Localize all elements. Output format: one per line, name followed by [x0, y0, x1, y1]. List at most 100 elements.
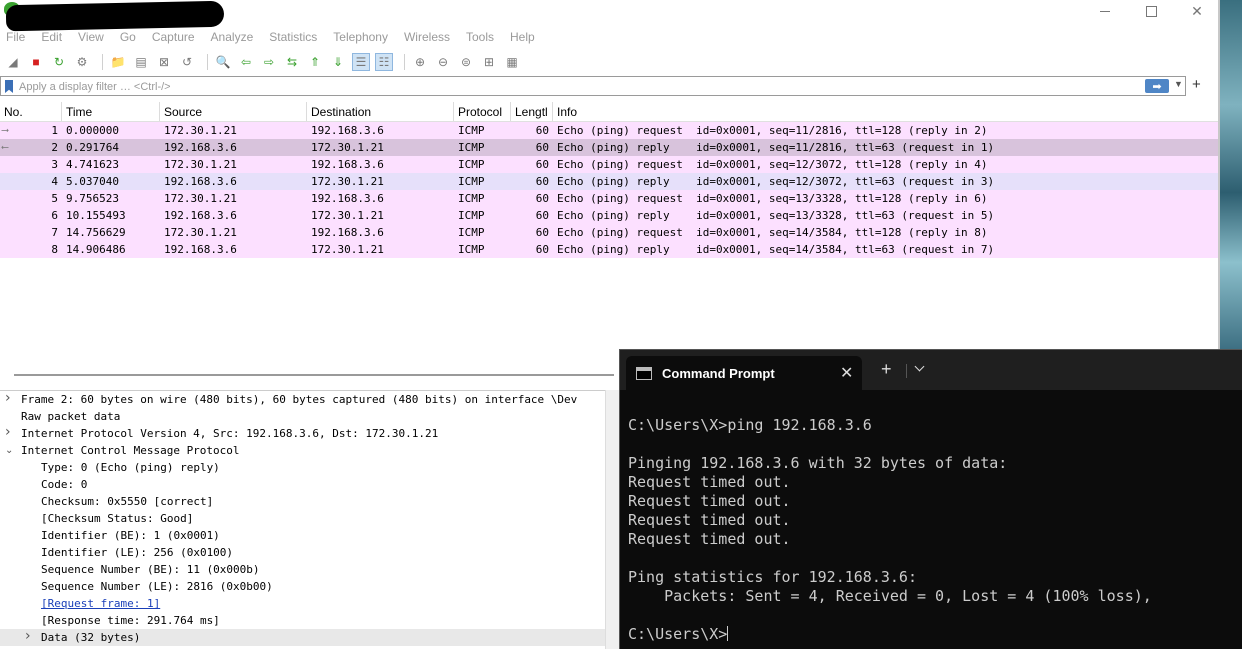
- packet-cell-info: Echo (ping) request id=0x0001, seq=13/33…: [553, 190, 1220, 207]
- normal-size-icon[interactable]: ⊜: [457, 53, 475, 71]
- detail-tree-item[interactable]: Sequence Number (LE): 2816 (0x0b00): [0, 578, 605, 595]
- packet-cell-protocol: ICMP: [454, 207, 511, 224]
- cell-text: 192.168.3.6: [164, 141, 237, 154]
- display-filter-input[interactable]: [19, 79, 1119, 94]
- menu-file[interactable]: File: [0, 28, 33, 46]
- menu-edit[interactable]: Edit: [33, 28, 70, 46]
- detail-tree-item[interactable]: Raw packet data: [0, 408, 605, 425]
- packet-row[interactable]: 5 9.756523 172.30.1.21 192.168.3.6 ICMP 60 Ech…: [0, 190, 1220, 207]
- column-header-destination[interactable]: Destination: [307, 102, 454, 121]
- menu-view[interactable]: View: [70, 28, 112, 46]
- column-header-source[interactable]: Source: [160, 102, 307, 121]
- menu-go[interactable]: Go: [112, 28, 144, 46]
- stop-capture-icon[interactable]: ■: [27, 53, 45, 71]
- cell-text: 192.168.3.6: [164, 175, 237, 188]
- detail-tree-item[interactable]: Type: 0 (Echo (ping) reply): [0, 459, 605, 476]
- cell-text: 60: [535, 192, 549, 205]
- menu-statistics[interactable]: Statistics: [261, 28, 325, 46]
- go-back-icon[interactable]: ⇦: [237, 53, 255, 71]
- menu-help[interactable]: Help: [502, 28, 543, 46]
- chevron-right-icon[interactable]: ›: [5, 390, 11, 407]
- request-frame-link[interactable]: [Request frame: 1]: [41, 595, 160, 612]
- packet-row[interactable]: 6 10.155493 192.168.3.6 172.30.1.21 ICMP 60 Ec…: [0, 207, 1220, 224]
- apply-filter-button[interactable]: ➡: [1145, 79, 1169, 93]
- column-header-info[interactable]: Info: [553, 102, 1220, 121]
- packet-cell-source: 172.30.1.21: [160, 156, 307, 173]
- toolbar-separator: [207, 54, 208, 70]
- details-scrollbar[interactable]: [605, 390, 619, 649]
- save-file-icon[interactable]: ▤: [132, 53, 150, 71]
- desktop-wallpaper: [1220, 0, 1242, 350]
- reload-file-icon[interactable]: ↺: [178, 53, 196, 71]
- menu-telephony[interactable]: Telephony: [325, 28, 396, 46]
- layout-icon[interactable]: ▦: [503, 53, 521, 71]
- detail-tree-item[interactable]: Checksum: 0x5550 [correct]: [0, 493, 605, 510]
- column-header-no[interactable]: No.: [0, 102, 62, 121]
- detail-tree-item[interactable]: [Checksum Status: Good]: [0, 510, 605, 527]
- detail-tree-item[interactable]: ⌄ Internet Control Message Protocol: [0, 442, 605, 459]
- packet-row[interactable]: ⟶ 1 0.000000 172.30.1.21 192.168.3.6 ICMP 60 Ec…: [0, 122, 1220, 139]
- menu-tools[interactable]: Tools: [458, 28, 502, 46]
- packet-cell-source: 172.30.1.21: [160, 122, 307, 139]
- column-header-length[interactable]: Lengtl: [511, 102, 553, 121]
- go-last-icon[interactable]: ⇓: [329, 53, 347, 71]
- restart-capture-icon[interactable]: ↻: [50, 53, 68, 71]
- minimize-button[interactable]: [1082, 0, 1128, 22]
- pane-splitter[interactable]: [14, 374, 614, 376]
- bookmark-icon[interactable]: [5, 80, 13, 93]
- packet-row[interactable]: ⟵ 2 0.291764 192.168.3.6 172.30.1.21 ICMP 60 Ec…: [0, 139, 1220, 156]
- detail-tree-item[interactable]: [Request frame: 1]: [0, 595, 605, 612]
- packet-row[interactable]: 4 5.037040 192.168.3.6 172.30.1.21 ICMP 60 Ech…: [0, 173, 1220, 190]
- chevron-right-icon[interactable]: ›: [25, 628, 31, 645]
- colorize-icon[interactable]: ☷: [375, 53, 393, 71]
- add-filter-button[interactable]: +: [1192, 76, 1201, 94]
- packet-cell-source: 192.168.3.6: [160, 139, 307, 156]
- packet-row[interactable]: 7 14.756629 172.30.1.21 192.168.3.6 ICMP 60 Ec…: [0, 224, 1220, 241]
- open-file-icon[interactable]: 📁: [109, 53, 127, 71]
- packet-cell-destination: 192.168.3.6: [307, 122, 454, 139]
- detail-tree-item[interactable]: › Data (32 bytes): [0, 628, 605, 646]
- filter-history-dropdown-icon[interactable]: ▼: [1174, 79, 1183, 89]
- find-packet-icon[interactable]: 🔍: [214, 53, 232, 71]
- packet-row[interactable]: 3 4.741623 172.30.1.21 192.168.3.6 ICMP 60 Ech…: [0, 156, 1220, 173]
- terminal-prompt-line[interactable]: C:\Users\X>: [628, 625, 1238, 644]
- packet-cell-no: ⟶ 1: [0, 122, 62, 139]
- go-forward-icon[interactable]: ⇨: [260, 53, 278, 71]
- column-header-protocol[interactable]: Protocol: [454, 102, 511, 121]
- column-header-time[interactable]: Time: [62, 102, 160, 121]
- capture-options-icon[interactable]: ⚙: [73, 53, 91, 71]
- go-first-icon[interactable]: ⇑: [306, 53, 324, 71]
- chevron-down-icon[interactable]: ⌄: [5, 442, 13, 459]
- new-tab-button[interactable]: +: [881, 360, 892, 378]
- chevron-right-icon[interactable]: ›: [5, 424, 11, 441]
- tab-command-prompt[interactable]: Command Prompt ✕: [626, 356, 862, 390]
- chevron-down-icon[interactable]: [914, 362, 926, 374]
- terminal-output[interactable]: C:\Users\X>ping 192.168.3.6 Pinging 192.1…: [628, 416, 1238, 644]
- menu-wireless[interactable]: Wireless: [396, 28, 458, 46]
- detail-tree-item[interactable]: [Response time: 291.764 ms]: [0, 612, 605, 629]
- maximize-button[interactable]: [1128, 0, 1174, 22]
- close-tab-icon[interactable]: ✕: [840, 363, 853, 383]
- packet-row[interactable]: 8 14.906486 192.168.3.6 172.30.1.21 ICMP 60 Ec…: [0, 241, 1220, 258]
- detail-tree-item[interactable]: › Frame 2: 60 bytes on wire (480 bits), 6…: [0, 390, 605, 408]
- close-window-button[interactable]: ✕: [1174, 0, 1220, 22]
- shark-fin-start-icon[interactable]: ◢: [4, 53, 22, 71]
- detail-tree-item[interactable]: › Internet Protocol Version 4, Src: 192.1…: [0, 424, 605, 442]
- detail-tree-item[interactable]: Identifier (LE): 256 (0x0100): [0, 544, 605, 561]
- detail-text: Sequence Number (LE): 2816 (0x0b00): [41, 580, 273, 593]
- go-to-packet-icon[interactable]: ⇆: [283, 53, 301, 71]
- packet-list: No. Time Source Destination Protocol Len…: [0, 102, 1220, 372]
- menu-analyze[interactable]: Analyze: [203, 28, 262, 46]
- close-file-icon[interactable]: ⊠: [155, 53, 173, 71]
- zoom-out-icon[interactable]: ⊖: [434, 53, 452, 71]
- menu-capture[interactable]: Capture: [144, 28, 203, 46]
- autoscroll-icon[interactable]: ☰: [352, 53, 370, 71]
- terminal-line: Request timed out.: [628, 511, 791, 529]
- detail-tree-item[interactable]: Identifier (BE): 1 (0x0001): [0, 527, 605, 544]
- detail-tree-item[interactable]: Code: 0: [0, 476, 605, 493]
- resize-columns-icon[interactable]: ⊞: [480, 53, 498, 71]
- packet-cell-destination: 192.168.3.6: [307, 224, 454, 241]
- detail-tree-item[interactable]: Sequence Number (BE): 11 (0x000b): [0, 561, 605, 578]
- zoom-in-icon[interactable]: ⊕: [411, 53, 429, 71]
